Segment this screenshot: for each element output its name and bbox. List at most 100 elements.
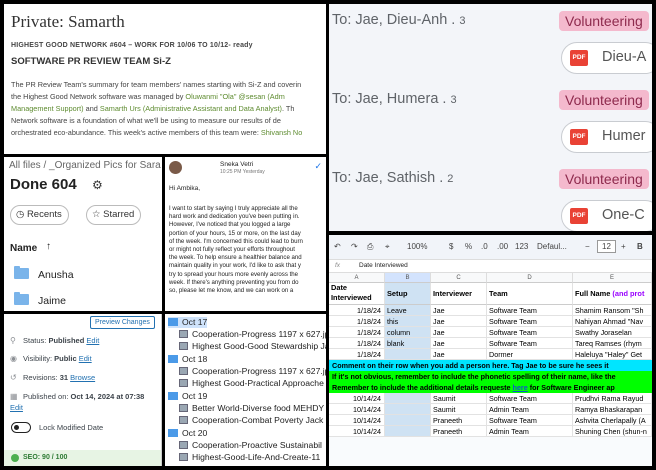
cell-interviewer[interactable]: Saumit bbox=[431, 393, 487, 404]
cell-full-name[interactable]: Ashvita Cherlapally (A bbox=[573, 415, 652, 426]
cell-date[interactable]: 1/18/24 bbox=[329, 316, 385, 327]
increase-decimal-button[interactable]: .00 bbox=[497, 242, 508, 251]
tree-folder[interactable]: Oct 17 bbox=[168, 317, 208, 328]
cell-setup[interactable]: this bbox=[385, 316, 431, 327]
zoom-select[interactable]: 100% bbox=[407, 242, 427, 251]
tree-folder[interactable]: Oct 18 bbox=[168, 354, 207, 365]
redo-icon[interactable]: ↷ bbox=[351, 242, 358, 251]
cell-date[interactable]: 10/14/24 bbox=[329, 404, 385, 415]
cell-setup[interactable] bbox=[385, 393, 431, 404]
column-header[interactable]: A bbox=[329, 273, 385, 283]
decrease-decimal-button[interactable]: .0 bbox=[481, 242, 488, 251]
currency-button[interactable]: $ bbox=[449, 242, 453, 251]
attachment-chip[interactable]: PDF Humer bbox=[561, 121, 652, 153]
cell-team[interactable]: Dormer bbox=[487, 349, 573, 360]
tree-folder[interactable]: Oct 19 bbox=[168, 391, 207, 402]
formula-bar[interactable]: fx Date Interviewed bbox=[329, 259, 652, 273]
cell-setup[interactable]: Leave bbox=[385, 305, 431, 316]
cell-date[interactable]: 10/14/24 bbox=[329, 393, 385, 404]
cell-interviewer[interactable]: Jae bbox=[431, 305, 487, 316]
cell-full-name[interactable]: Nahiyan Ahmad "Nav bbox=[573, 316, 652, 327]
cell-setup[interactable] bbox=[385, 426, 431, 437]
header-date[interactable]: Date Interviewed bbox=[329, 283, 385, 305]
attachment-chip[interactable]: PDF Dieu-A bbox=[561, 42, 652, 74]
tree-file[interactable]: Highest Good-Practical Approache bbox=[179, 378, 324, 389]
header-interviewer[interactable]: Interviewer bbox=[431, 283, 487, 305]
gear-icon[interactable]: ⚙ bbox=[92, 178, 103, 192]
cell-interviewer[interactable]: Praneeth bbox=[431, 426, 487, 437]
tree-file[interactable]: Cooperation-Progress 1197 x 627.jp bbox=[179, 366, 326, 377]
print-icon[interactable]: ⎙ bbox=[367, 242, 373, 252]
cell-date[interactable]: 10/14/24 bbox=[329, 415, 385, 426]
cell-date[interactable]: 1/18/24 bbox=[329, 305, 385, 316]
cell-team[interactable]: Software Team bbox=[487, 316, 573, 327]
cell-team[interactable]: Software Team bbox=[487, 305, 573, 316]
tree-file[interactable]: Highest Good-Good Stewardship Ja bbox=[179, 341, 326, 352]
cell-full-name[interactable]: Tareq Ramses (rhym bbox=[573, 338, 652, 349]
label-chip[interactable]: Volunteering bbox=[559, 90, 649, 110]
breadcrumb[interactable]: All files / _Organized Pics for Sara bbox=[9, 160, 161, 171]
cell-team[interactable]: Software Team bbox=[487, 327, 573, 338]
email-thread-row[interactable]: To: Jae, Humera .3 Volunteering PDF Hume… bbox=[329, 83, 652, 159]
starred-button[interactable]: ☆ Starred bbox=[86, 205, 142, 225]
preview-changes-button[interactable]: Preview Changes bbox=[90, 316, 155, 329]
font-size-decrease[interactable]: − bbox=[585, 242, 590, 251]
cell-full-name[interactable]: Swathy Joraselan bbox=[573, 327, 652, 338]
folder-row[interactable]: Jaime bbox=[14, 292, 66, 307]
name-column-header[interactable]: Name bbox=[10, 243, 37, 254]
cell-interviewer[interactable]: Jae bbox=[431, 338, 487, 349]
cell-interviewer[interactable]: Jae bbox=[431, 316, 487, 327]
bold-button[interactable]: B bbox=[637, 242, 643, 251]
email-thread-row[interactable]: To: Jae, Dieu-Anh .3 Volunteering PDF Di… bbox=[329, 4, 652, 80]
column-header[interactable]: D bbox=[487, 273, 573, 283]
cell-setup[interactable]: blank bbox=[385, 338, 431, 349]
cell-team[interactable]: Admin Team bbox=[487, 426, 573, 437]
label-chip[interactable]: Volunteering bbox=[559, 11, 649, 31]
header-team[interactable]: Team bbox=[487, 283, 573, 305]
column-header[interactable]: E bbox=[573, 273, 652, 283]
member-link[interactable]: Shivansh No bbox=[261, 128, 302, 137]
cell-setup[interactable] bbox=[385, 415, 431, 426]
status-edit-link[interactable]: Edit bbox=[86, 336, 99, 345]
cell-full-name[interactable]: Prudhvi Rama Rayud bbox=[573, 393, 652, 404]
font-size-input[interactable]: 12 bbox=[597, 240, 616, 253]
cell-setup[interactable] bbox=[385, 349, 431, 360]
cell-date[interactable]: 1/18/24 bbox=[329, 327, 385, 338]
header-full-name[interactable]: Full Name (and prot bbox=[573, 283, 652, 305]
member-link[interactable]: Oluwanmi "Ola" @sesan (Adm bbox=[185, 92, 284, 101]
cell-interviewer[interactable]: Saumit bbox=[431, 404, 487, 415]
cell-date[interactable]: 10/14/24 bbox=[329, 426, 385, 437]
attachment-chip[interactable]: PDF One-C bbox=[561, 200, 652, 231]
header-setup[interactable]: Setup bbox=[385, 283, 431, 305]
tree-file[interactable]: Cooperation-Progress 1197 x 627.jp bbox=[179, 329, 326, 340]
paint-format-icon[interactable]: ⌖ bbox=[385, 242, 390, 252]
cell-date[interactable]: 1/18/24 bbox=[329, 349, 385, 360]
number-format-button[interactable]: 123 bbox=[515, 242, 528, 251]
tree-file[interactable]: Cooperation-Combat Poverty Jack bbox=[179, 415, 323, 426]
tree-file[interactable]: Highest-Good-Life-And-Create-11 bbox=[179, 452, 320, 463]
cell-interviewer[interactable]: Praneeth bbox=[431, 415, 487, 426]
browse-revisions-link[interactable]: Browse bbox=[70, 373, 95, 382]
undo-icon[interactable]: ↶ bbox=[334, 242, 341, 251]
published-edit-link[interactable]: Edit bbox=[10, 403, 23, 412]
email-thread-row[interactable]: To: Jae, Sathish .2 Volunteering PDF One… bbox=[329, 162, 652, 231]
percent-button[interactable]: % bbox=[465, 242, 472, 251]
cell-interviewer[interactable]: Jae bbox=[431, 327, 487, 338]
cell-setup[interactable]: column bbox=[385, 327, 431, 338]
font-size-increase[interactable]: + bbox=[621, 242, 626, 251]
column-header[interactable]: B bbox=[385, 273, 431, 283]
column-header[interactable]: C bbox=[431, 273, 487, 283]
label-chip[interactable]: Volunteering bbox=[559, 169, 649, 189]
lock-modified-toggle[interactable] bbox=[11, 422, 31, 433]
tree-file[interactable]: Cooperation-Proactive Sustainabil bbox=[179, 440, 322, 451]
cell-team[interactable]: Admin Team bbox=[487, 404, 573, 415]
cell-team[interactable]: Software Team bbox=[487, 338, 573, 349]
cell-full-name[interactable]: Shuning Chen (shun-n bbox=[573, 426, 652, 437]
cell-full-name[interactable]: Shamim Ransom "Sh bbox=[573, 305, 652, 316]
cell-team[interactable]: Software Team bbox=[487, 415, 573, 426]
font-select[interactable]: Defaul... bbox=[537, 242, 567, 251]
cell-full-name[interactable]: Haleluya "Haley" Get bbox=[573, 349, 652, 360]
cell-setup[interactable] bbox=[385, 404, 431, 415]
member-link[interactable]: Samarth Urs (Administrative Assistant an… bbox=[100, 104, 282, 113]
recents-button[interactable]: ◷ Recents bbox=[10, 205, 69, 225]
